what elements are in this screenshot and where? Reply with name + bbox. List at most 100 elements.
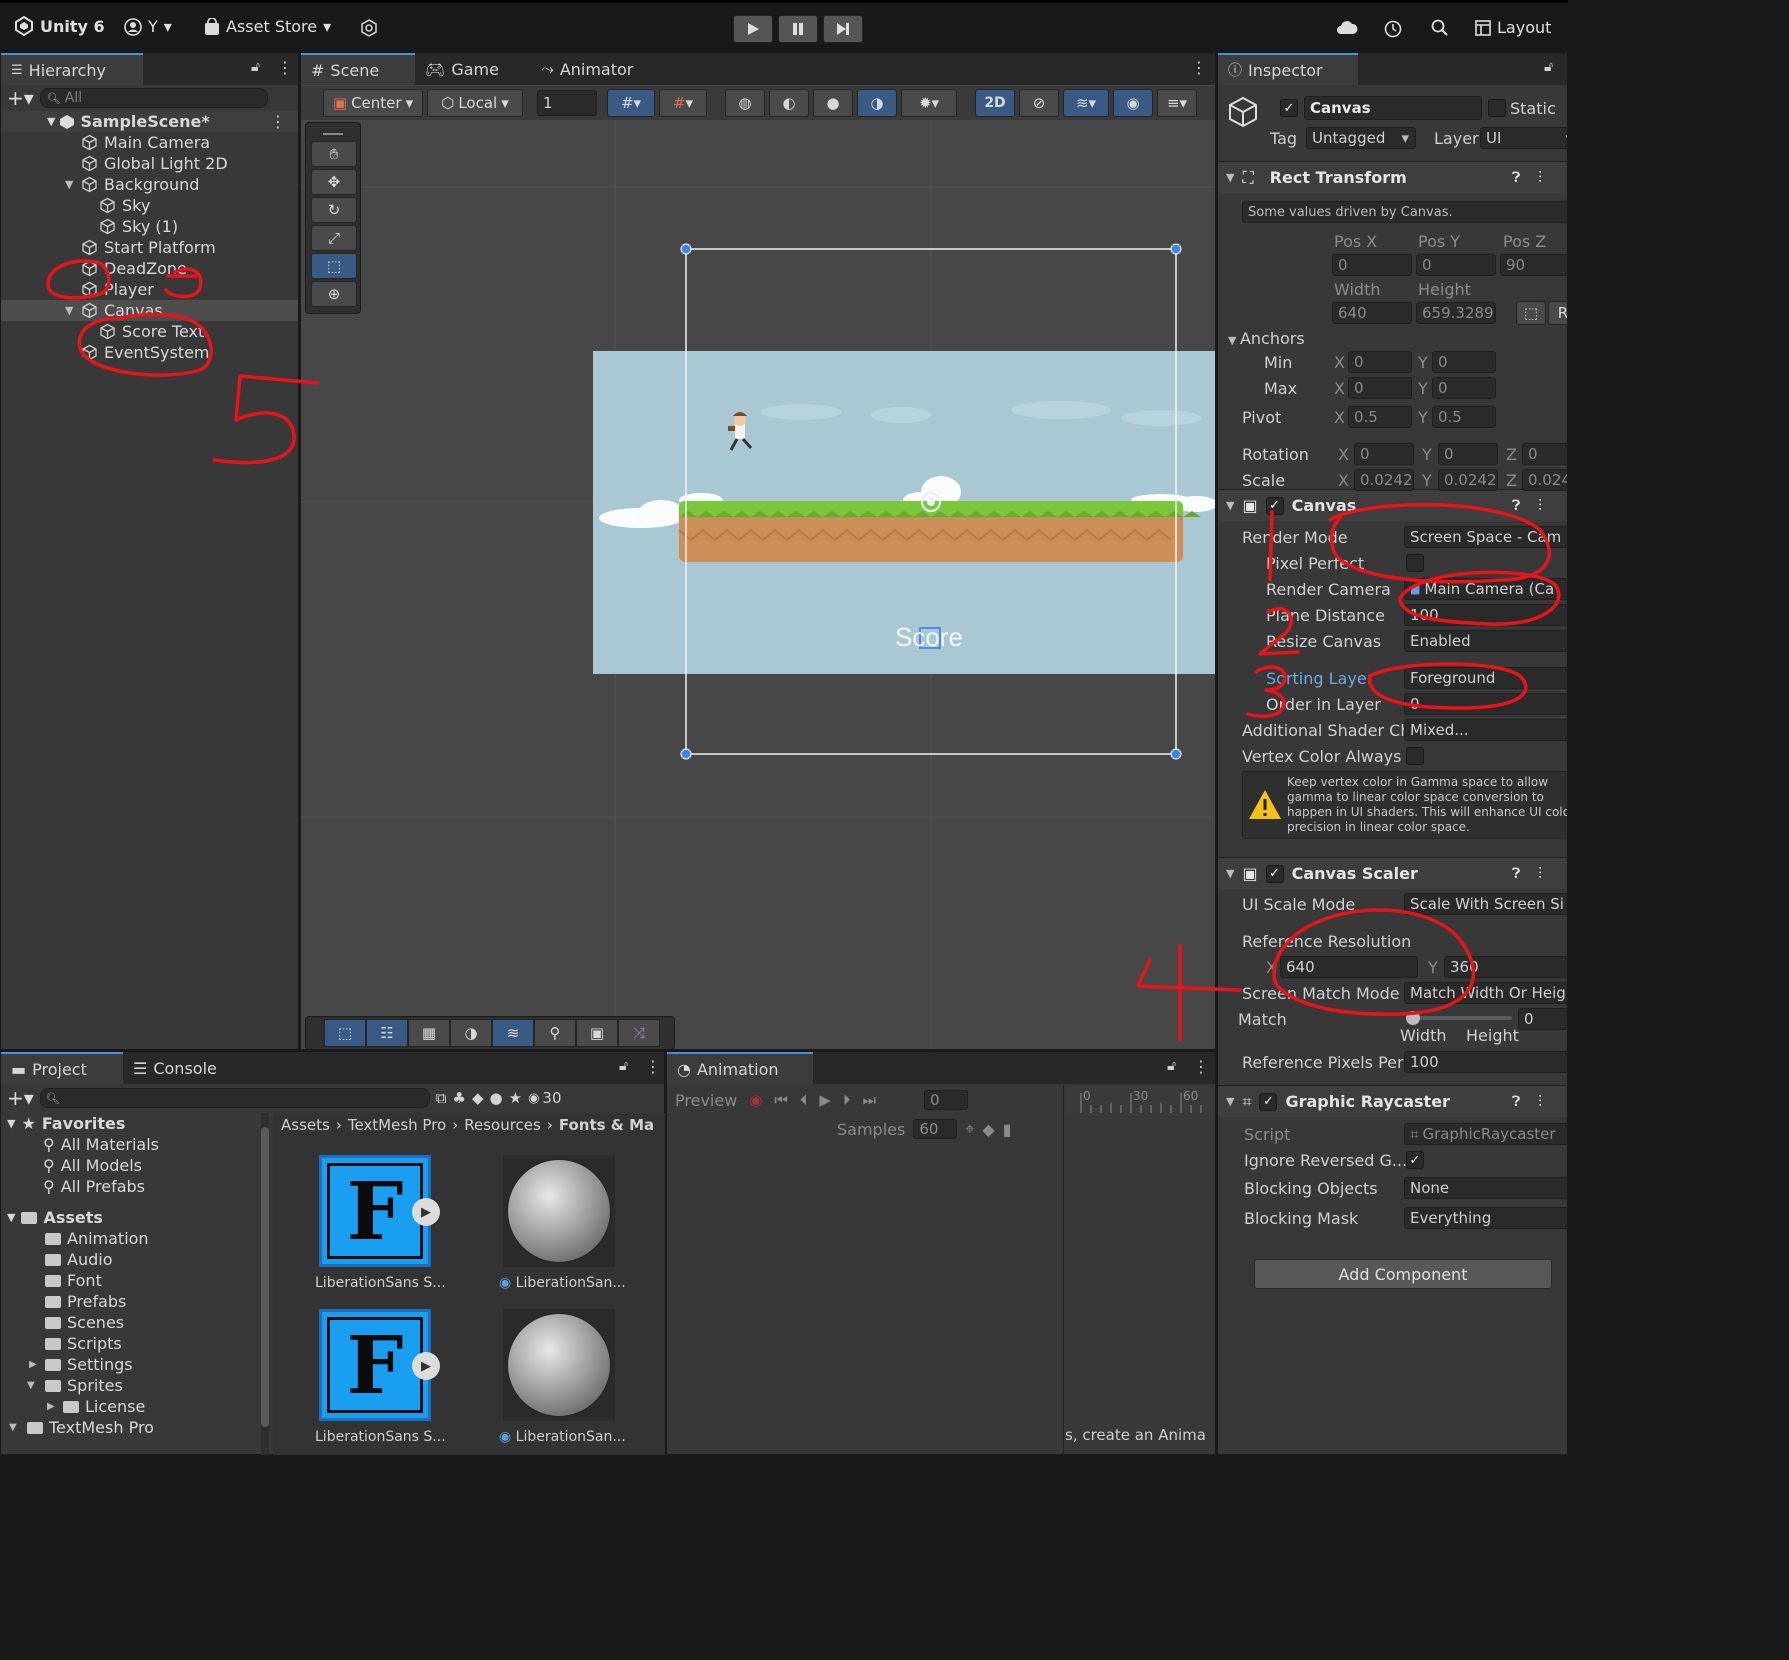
match-field[interactable]: 0 <box>1518 1008 1567 1030</box>
frame-field[interactable]: 0 <box>923 1090 968 1110</box>
asset-font-material-2[interactable]: ◉ LiberationSan... <box>499 1309 626 1445</box>
settings-icon[interactable]: ⫶ <box>1538 864 1542 884</box>
blueprint-button[interactable]: ⬚ <box>1516 301 1546 325</box>
folder-item[interactable]: Animation <box>1 1228 271 1249</box>
sorting-layer-dropdown[interactable]: Foreground <box>1404 667 1567 689</box>
tab-inspector[interactable]: ⓘ Inspector <box>1218 53 1358 85</box>
history-icon[interactable] <box>1383 19 1403 43</box>
previous-key-icon[interactable]: ⏴︎ <box>800 1091 808 1109</box>
scale-z-field[interactable]: 0.024 <box>1522 469 1567 491</box>
label-icon[interactable]: ◆ <box>472 1089 484 1107</box>
settings-icon[interactable]: ⫶ <box>1538 496 1542 516</box>
debug-button[interactable]: ✹▾ <box>901 89 957 117</box>
expand-arrow-icon[interactable]: ▼ <box>65 304 73 317</box>
hierarchy-item[interactable]: Main Camera <box>1 132 298 153</box>
expand-arrow-icon[interactable]: ▼ <box>9 1422 17 1433</box>
filter-type-icon[interactable]: ♣ <box>453 1089 466 1107</box>
rect-tool-button[interactable]: ⬚ <box>311 253 357 279</box>
hierarchy-search-input[interactable]: 🔍︎ All <box>39 88 268 108</box>
tab-project[interactable]: ▬ Project <box>1 1052 123 1084</box>
tab-animation[interactable]: ◔ Animation <box>667 1052 813 1084</box>
rect-transform-header[interactable]: ▼ ⛶ Rect Transform ❓︎ ⫶ <box>1218 161 1567 193</box>
hand-tool-button[interactable]: ✋︎ <box>311 141 357 167</box>
play-icon[interactable]: ▶ <box>412 1198 440 1226</box>
draw-mode-button[interactable]: ◍ <box>725 89 765 117</box>
account-dropdown[interactable]: Y ▾ <box>124 17 172 36</box>
tab-scene[interactable]: # Scene <box>301 53 415 85</box>
space-local-dropdown[interactable]: ⬡ Local ▾ <box>427 89 523 117</box>
shuffle-overlay-button[interactable]: ⤨ <box>618 1019 660 1047</box>
active-checkbox[interactable]: ✓ <box>1280 99 1298 117</box>
layer-dropdown[interactable]: UI <box>1480 127 1567 149</box>
hierarchy-item[interactable]: EventSystem <box>1 342 298 363</box>
keyframe-filter-icon[interactable]: ⌖ <box>965 1119 974 1139</box>
render-mode-dropdown[interactable]: Screen Space - Cam <box>1404 526 1567 548</box>
render-mode-button[interactable]: ◐ <box>769 89 809 117</box>
canvas-scaler-header[interactable]: ▼ ▣ ✓ Canvas Scaler ❓︎ ⫶ <box>1218 857 1567 889</box>
unity-menu[interactable]: Unity 6 <box>14 16 105 36</box>
search-overlay-button[interactable]: ⚲ <box>534 1019 576 1047</box>
rotate-tool-button[interactable]: ↻ <box>311 197 357 223</box>
script-field[interactable]: ⌗ GraphicRaycaster <box>1404 1123 1567 1145</box>
shader-channels-dropdown[interactable]: Mixed... <box>1404 719 1567 741</box>
pos-y-field[interactable]: 0 <box>1416 254 1496 276</box>
reference-y-field[interactable]: 360 <box>1444 956 1567 978</box>
pos-z-field[interactable]: 90 <box>1500 254 1567 276</box>
preview-button[interactable]: Preview <box>675 1091 737 1110</box>
favorite-item[interactable]: ⚲ All Models <box>1 1155 271 1176</box>
rotation-z-field[interactable]: 0 <box>1522 443 1567 465</box>
move-tool-button[interactable]: ✥ <box>311 169 357 195</box>
add-component-button[interactable]: Add Component <box>1254 1259 1552 1289</box>
next-key-icon[interactable]: ⏵︎ <box>843 1091 851 1109</box>
folder-item[interactable]: Scripts <box>1 1333 271 1354</box>
folder-item[interactable]: Font <box>1 1270 271 1291</box>
pivot-x-field[interactable]: 0.5 <box>1348 406 1412 428</box>
first-key-icon[interactable]: ⏮︎ <box>774 1091 788 1109</box>
breadcrumb-item[interactable]: Assets <box>281 1116 330 1134</box>
scene-row[interactable]: ▼ SampleScene* ⋮ <box>1 111 298 132</box>
layout-dropdown[interactable]: Layout <box>1475 18 1551 37</box>
asset-font-material-1[interactable]: ◉ LiberationSan... <box>499 1155 626 1291</box>
canvas-enabled-checkbox[interactable]: ✓ <box>1265 496 1284 515</box>
favorites-row[interactable]: ▼ ★ Favorites <box>1 1113 271 1134</box>
more-options-icon[interactable]: ⋮ <box>1191 58 1207 77</box>
asset-store-dropdown[interactable]: Asset Store ▾ <box>204 17 331 36</box>
add-icon[interactable]: +▾ <box>7 86 34 110</box>
vertex-color-checkbox[interactable] <box>1406 747 1424 765</box>
lock-icon[interactable]: 🔓︎ <box>619 1058 628 1074</box>
rect-overlay-button[interactable]: ⬚ <box>324 1019 366 1047</box>
favorite-star-icon[interactable]: ★ <box>509 1089 522 1107</box>
folder-item[interactable]: Scenes <box>1 1312 271 1333</box>
width-field[interactable]: 640 <box>1332 302 1412 324</box>
resize-canvas-dropdown[interactable]: Enabled <box>1404 630 1567 652</box>
play-icon[interactable]: ▶ <box>819 1091 831 1109</box>
folder-item[interactable]: ▼ TextMesh Pro <box>1 1417 271 1438</box>
hidden-packages-toggle[interactable]: ◉ 30 <box>528 1089 561 1107</box>
folder-item[interactable]: ▶ License <box>1 1396 271 1417</box>
project-search-input[interactable]: 🔍︎ <box>39 1088 430 1108</box>
palette-grip[interactable] <box>323 127 343 135</box>
hierarchy-item[interactable]: Sky <box>1 195 298 216</box>
add-keyframe-icon[interactable]: ◆ <box>982 1120 994 1139</box>
help-icon[interactable]: ❓︎ <box>1512 498 1520 514</box>
favorite-item[interactable]: ⚲ All Materials <box>1 1134 271 1155</box>
pivot-y-field[interactable]: 0.5 <box>1432 406 1496 428</box>
graphic-raycaster-header[interactable]: ▼ ⌗ ✓ Graphic Raycaster ❓︎ ⫶ <box>1218 1085 1567 1117</box>
more-options-icon[interactable]: ⋮ <box>1193 1057 1209 1076</box>
reference-x-field[interactable]: 640 <box>1280 956 1418 978</box>
lighting-overlay-button[interactable]: ◑ <box>450 1019 492 1047</box>
more-options-icon[interactable]: ⋮ <box>645 1057 661 1076</box>
camera-overlay-button[interactable]: ▣ <box>576 1019 618 1047</box>
grid-snap-button[interactable]: #▾ <box>607 89 655 117</box>
expand-arrow-icon[interactable]: ▼ <box>27 1380 35 1391</box>
anchor-min-x-field[interactable]: 0 <box>1348 351 1412 373</box>
settings-icon[interactable]: ⫶ <box>1538 1092 1542 1112</box>
hierarchy-item[interactable]: Score Text <box>1 321 298 342</box>
play-icon[interactable]: ▶ <box>412 1352 440 1380</box>
transform-tool-button[interactable]: ⊕ <box>311 281 357 307</box>
scale-y-field[interactable]: 0.0242 <box>1438 469 1498 491</box>
tree-scrollbar[interactable] <box>261 1113 269 1455</box>
blocking-mask-dropdown[interactable]: Everything <box>1404 1207 1567 1229</box>
package-icon[interactable] <box>360 19 378 41</box>
expand-arrow-icon[interactable]: ▼ <box>65 178 73 191</box>
